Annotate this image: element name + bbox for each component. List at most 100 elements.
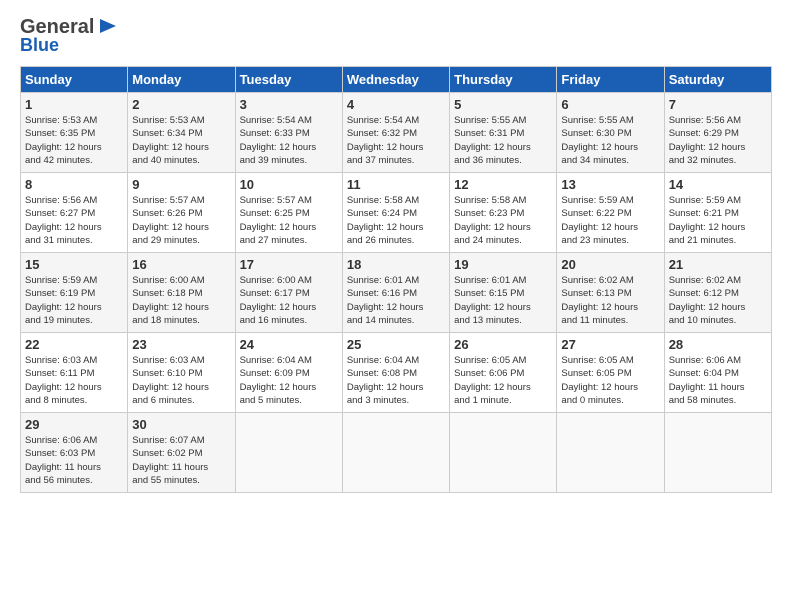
day-number: 9 xyxy=(132,177,230,192)
day-number: 12 xyxy=(454,177,552,192)
day-cell: 30Sunrise: 6:07 AMSunset: 6:02 PMDayligh… xyxy=(128,413,235,493)
day-cell: 8 Sunrise: 5:56 AMSunset: 6:27 PMDaylight… xyxy=(21,173,128,253)
day-cell: 1 Sunrise: 5:53 AMSunset: 6:35 PMDaylight… xyxy=(21,93,128,173)
day-cell: 17 Sunrise: 6:00 AMSunset: 6:17 PMDayligh… xyxy=(235,253,342,333)
day-number: 1 xyxy=(25,97,123,112)
day-number: 23 xyxy=(132,337,230,352)
day-info: Sunrise: 5:53 AMSunset: 6:35 PMDaylight:… xyxy=(25,114,123,167)
day-info: Sunrise: 6:04 AMSunset: 6:08 PMDaylight:… xyxy=(347,354,445,407)
day-number: 4 xyxy=(347,97,445,112)
day-info: Sunrise: 5:58 AMSunset: 6:23 PMDaylight:… xyxy=(454,194,552,247)
week-row-4: 22 Sunrise: 6:03 AMSunset: 6:11 PMDayligh… xyxy=(21,333,772,413)
day-number: 8 xyxy=(25,177,123,192)
weekday-header-wednesday: Wednesday xyxy=(342,67,449,93)
weekday-header-thursday: Thursday xyxy=(450,67,557,93)
day-cell xyxy=(664,413,771,493)
header: General Blue xyxy=(20,16,772,56)
day-cell: 16 Sunrise: 6:00 AMSunset: 6:18 PMDayligh… xyxy=(128,253,235,333)
day-cell: 18Sunrise: 6:01 AMSunset: 6:16 PMDayligh… xyxy=(342,253,449,333)
week-row-5: 29 Sunrise: 6:06 AMSunset: 6:03 PMDayligh… xyxy=(21,413,772,493)
day-cell: 19 Sunrise: 6:01 AMSunset: 6:15 PMDayligh… xyxy=(450,253,557,333)
day-number: 21 xyxy=(669,257,767,272)
weekday-header-row: SundayMondayTuesdayWednesdayThursdayFrid… xyxy=(21,67,772,93)
logo-blue-text: Blue xyxy=(20,35,59,56)
day-info: Sunrise: 6:03 AMSunset: 6:11 PMDaylight:… xyxy=(25,354,123,407)
weekday-header-monday: Monday xyxy=(128,67,235,93)
day-cell: 27 Sunrise: 6:05 AMSunset: 6:05 PMDayligh… xyxy=(557,333,664,413)
day-number: 13 xyxy=(561,177,659,192)
day-number: 25 xyxy=(347,337,445,352)
logo: General Blue xyxy=(20,16,118,56)
day-info: Sunrise: 5:59 AMSunset: 6:19 PMDaylight:… xyxy=(25,274,123,327)
day-info: Sunrise: 5:54 AMSunset: 6:32 PMDaylight:… xyxy=(347,114,445,167)
weekday-header-sunday: Sunday xyxy=(21,67,128,93)
day-number: 11 xyxy=(347,177,445,192)
day-cell: 22 Sunrise: 6:03 AMSunset: 6:11 PMDayligh… xyxy=(21,333,128,413)
day-number: 7 xyxy=(669,97,767,112)
calendar-table: SundayMondayTuesdayWednesdayThursdayFrid… xyxy=(20,66,772,493)
day-number: 2 xyxy=(132,97,230,112)
day-info: Sunrise: 6:05 AMSunset: 6:06 PMDaylight:… xyxy=(454,354,552,407)
day-info: Sunrise: 6:04 AMSunset: 6:09 PMDaylight:… xyxy=(240,354,338,407)
day-cell: 5Sunrise: 5:55 AMSunset: 6:31 PMDaylight… xyxy=(450,93,557,173)
day-cell: 13 Sunrise: 5:59 AMSunset: 6:22 PMDayligh… xyxy=(557,173,664,253)
day-info: Sunrise: 5:57 AMSunset: 6:26 PMDaylight:… xyxy=(132,194,230,247)
day-info: Sunrise: 5:53 AMSunset: 6:34 PMDaylight:… xyxy=(132,114,230,167)
day-info: Sunrise: 6:00 AMSunset: 6:17 PMDaylight:… xyxy=(240,274,338,327)
day-cell: 3 Sunrise: 5:54 AMSunset: 6:33 PMDaylight… xyxy=(235,93,342,173)
day-info: Sunrise: 6:01 AMSunset: 6:15 PMDaylight:… xyxy=(454,274,552,327)
day-cell xyxy=(342,413,449,493)
day-number: 27 xyxy=(561,337,659,352)
week-row-2: 8 Sunrise: 5:56 AMSunset: 6:27 PMDaylight… xyxy=(21,173,772,253)
day-number: 16 xyxy=(132,257,230,272)
day-info: Sunrise: 5:59 AMSunset: 6:21 PMDaylight:… xyxy=(669,194,767,247)
day-cell: 29 Sunrise: 6:06 AMSunset: 6:03 PMDayligh… xyxy=(21,413,128,493)
day-number: 28 xyxy=(669,337,767,352)
day-cell: 20 Sunrise: 6:02 AMSunset: 6:13 PMDayligh… xyxy=(557,253,664,333)
day-info: Sunrise: 6:06 AMSunset: 6:04 PMDaylight:… xyxy=(669,354,767,407)
day-info: Sunrise: 5:56 AMSunset: 6:27 PMDaylight:… xyxy=(25,194,123,247)
day-info: Sunrise: 6:06 AMSunset: 6:03 PMDaylight:… xyxy=(25,434,123,487)
weekday-header-friday: Friday xyxy=(557,67,664,93)
day-cell: 26 Sunrise: 6:05 AMSunset: 6:06 PMDayligh… xyxy=(450,333,557,413)
day-number: 18 xyxy=(347,257,445,272)
week-row-1: 1 Sunrise: 5:53 AMSunset: 6:35 PMDaylight… xyxy=(21,93,772,173)
day-number: 6 xyxy=(561,97,659,112)
day-info: Sunrise: 6:00 AMSunset: 6:18 PMDaylight:… xyxy=(132,274,230,327)
day-cell: 24 Sunrise: 6:04 AMSunset: 6:09 PMDayligh… xyxy=(235,333,342,413)
day-cell: 4 Sunrise: 5:54 AMSunset: 6:32 PMDaylight… xyxy=(342,93,449,173)
day-cell xyxy=(235,413,342,493)
day-info: Sunrise: 5:58 AMSunset: 6:24 PMDaylight:… xyxy=(347,194,445,247)
day-number: 17 xyxy=(240,257,338,272)
day-info: Sunrise: 6:05 AMSunset: 6:05 PMDaylight:… xyxy=(561,354,659,407)
day-cell: 23 Sunrise: 6:03 AMSunset: 6:10 PMDayligh… xyxy=(128,333,235,413)
week-row-3: 15 Sunrise: 5:59 AMSunset: 6:19 PMDayligh… xyxy=(21,253,772,333)
page: General Blue SundayMondayTuesdayWednesda… xyxy=(0,0,792,612)
weekday-header-saturday: Saturday xyxy=(664,67,771,93)
day-cell: 7 Sunrise: 5:56 AMSunset: 6:29 PMDaylight… xyxy=(664,93,771,173)
day-cell: 10Sunrise: 5:57 AMSunset: 6:25 PMDayligh… xyxy=(235,173,342,253)
day-number: 26 xyxy=(454,337,552,352)
day-info: Sunrise: 5:56 AMSunset: 6:29 PMDaylight:… xyxy=(669,114,767,167)
weekday-header-tuesday: Tuesday xyxy=(235,67,342,93)
day-cell: 14Sunrise: 5:59 AMSunset: 6:21 PMDayligh… xyxy=(664,173,771,253)
day-info: Sunrise: 6:02 AMSunset: 6:13 PMDaylight:… xyxy=(561,274,659,327)
day-info: Sunrise: 6:02 AMSunset: 6:12 PMDaylight:… xyxy=(669,274,767,327)
day-info: Sunrise: 5:54 AMSunset: 6:33 PMDaylight:… xyxy=(240,114,338,167)
day-number: 29 xyxy=(25,417,123,432)
day-number: 19 xyxy=(454,257,552,272)
day-info: Sunrise: 5:59 AMSunset: 6:22 PMDaylight:… xyxy=(561,194,659,247)
day-cell: 12 Sunrise: 5:58 AMSunset: 6:23 PMDayligh… xyxy=(450,173,557,253)
day-number: 24 xyxy=(240,337,338,352)
day-number: 15 xyxy=(25,257,123,272)
day-number: 22 xyxy=(25,337,123,352)
day-cell: 9 Sunrise: 5:57 AMSunset: 6:26 PMDaylight… xyxy=(128,173,235,253)
day-cell: 15 Sunrise: 5:59 AMSunset: 6:19 PMDayligh… xyxy=(21,253,128,333)
day-cell xyxy=(450,413,557,493)
day-cell xyxy=(557,413,664,493)
day-cell: 21 Sunrise: 6:02 AMSunset: 6:12 PMDayligh… xyxy=(664,253,771,333)
day-number: 10 xyxy=(240,177,338,192)
day-number: 20 xyxy=(561,257,659,272)
day-number: 3 xyxy=(240,97,338,112)
day-info: Sunrise: 6:03 AMSunset: 6:10 PMDaylight:… xyxy=(132,354,230,407)
